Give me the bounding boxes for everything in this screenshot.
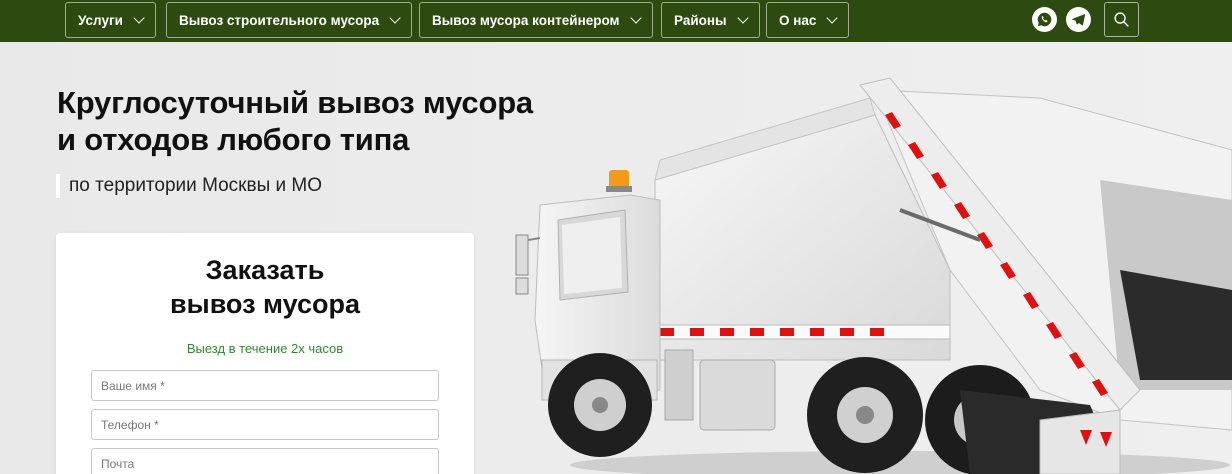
chevron-down-icon [826,12,839,24]
nav-construction-waste-button[interactable]: Вывоз строительного мусора [166,2,413,38]
garbage-truck-image [515,77,1232,474]
form-arrival-note: Выезд в течение 2х часов [186,341,344,356]
chevron-down-icon [736,12,749,24]
name-input[interactable] [91,370,439,401]
email-input[interactable] [91,448,439,474]
nav-districts-button[interactable]: Районы [661,2,760,38]
hero-title: Круглосуточный вывоз мусора и отходов лю… [57,84,533,158]
hero-subtitle-text: по территории Москвы и МО [69,175,323,196]
nav-about-button[interactable]: О нас [766,2,850,38]
nav-services-button[interactable]: Услуги [65,2,156,38]
front-wheel [548,353,652,457]
chevron-down-icon [389,12,401,24]
whatsapp-icon[interactable] [1032,7,1057,32]
nav-districts-label: Районы [674,12,727,28]
search-icon [1114,12,1129,27]
search-button[interactable] [1104,2,1139,37]
hero-title-line-2: и отходов любого типа [57,122,410,157]
order-form-card: Заказать вывоз мусора Выезд в течение 2х… [56,233,474,474]
hero-title-line-1: Круглосуточный вывоз мусора [57,85,533,120]
top-navigation-bar: Услуги Вывоз строительного мусора Вывоз … [0,0,1232,42]
subtitle-accent-bar [56,174,60,198]
form-title-line-1: Заказать [205,255,325,285]
nav-services-label: Услуги [78,12,123,28]
telegram-icon[interactable] [1066,7,1091,32]
phone-input[interactable] [91,409,439,440]
chevron-down-icon [133,12,145,24]
nav-container-waste-button[interactable]: Вывоз мусора контейнером [419,2,653,38]
hero-subtitle: по территории Москвы и МО [56,174,322,198]
chevron-down-icon [629,12,642,24]
nav-construction-waste-label: Вывоз строительного мусора [179,12,380,28]
nav-container-waste-label: Вывоз мусора контейнером [432,12,620,28]
form-title-line-2: вывоз мусора [170,289,360,319]
nav-about-label: О нас [779,12,817,28]
